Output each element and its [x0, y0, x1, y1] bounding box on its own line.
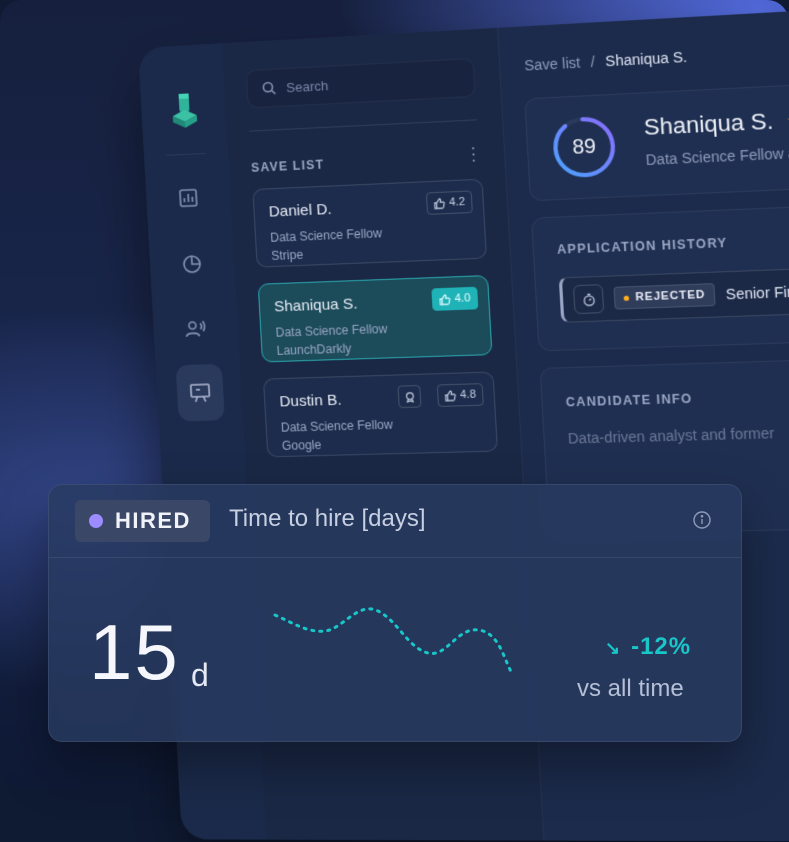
- award-icon: [397, 385, 421, 408]
- breadcrumb: Save list / Shaniqua S.: [524, 48, 688, 73]
- widget-header: HIRED Time to hire [days]: [49, 485, 741, 558]
- timer-icon: [573, 284, 604, 314]
- candidate-role: Data Science Fellow: [275, 319, 475, 340]
- search-icon: [262, 81, 277, 96]
- breadcrumb-separator: /: [590, 53, 595, 70]
- rating-value: 4.0: [454, 292, 471, 305]
- nav-analytics[interactable]: [165, 175, 211, 221]
- nav-reports[interactable]: [169, 241, 216, 287]
- metric-unit: d: [191, 657, 209, 694]
- candidate-info-text: Data-driven analyst and former: [567, 425, 774, 447]
- candidate-card-shaniqua[interactable]: Shaniqua S. Data Science Fellow LaunchDa…: [258, 275, 493, 362]
- hired-dot: [89, 514, 103, 528]
- application-history-title: APPLICATION HISTORY: [557, 236, 728, 257]
- status-badge: REJECTED: [613, 283, 715, 310]
- application-history-card: APPLICATION HISTORY REJECTED Senior Fina: [531, 200, 789, 351]
- panel-divider: [249, 119, 477, 131]
- history-role: Senior Fina: [725, 283, 789, 303]
- status-dot: [624, 295, 630, 300]
- metric-comparison: vs all time: [577, 675, 684, 703]
- profile-name-text: Shaniqua S.: [643, 108, 774, 140]
- trend-sparkline: [273, 603, 523, 699]
- candidate-role: Data Science Fellow: [281, 415, 482, 435]
- thumbs-up-icon: [439, 293, 451, 305]
- breadcrumb-current: Shaniqua S.: [605, 48, 688, 69]
- metric-value: 15: [89, 613, 180, 691]
- profile-name: Shaniqua S.★: [643, 106, 789, 141]
- rail-divider: [166, 153, 206, 156]
- arrow-down-right-icon: ↘: [605, 638, 621, 658]
- widget-title: Time to hire [days]: [229, 505, 426, 533]
- save-list-title: SAVE LIST: [251, 157, 325, 175]
- candidate-info-title: CANDIDATE INFO: [565, 391, 692, 409]
- metric-delta: ↘ -12%: [605, 633, 691, 661]
- info-icon[interactable]: [693, 511, 711, 529]
- presentation-icon: [189, 382, 212, 403]
- rating-value: 4.2: [449, 196, 466, 209]
- candidate-company: LaunchDarkly: [276, 337, 476, 358]
- candidate-company: Google: [282, 433, 483, 452]
- thumbs-up-icon: [433, 197, 445, 209]
- rating-badge: 4.0: [431, 287, 478, 311]
- pie-chart-icon: [181, 254, 202, 275]
- status-label: REJECTED: [635, 289, 706, 304]
- bar-chart-icon: [178, 187, 199, 208]
- profile-role: Data Science Fellow a: [645, 144, 789, 168]
- candidate-card-daniel[interactable]: Daniel D. Data Science Fellow Stripe 4.2: [252, 179, 487, 268]
- time-to-hire-widget: HIRED Time to hire [days] 15 d ↘ -12% vs …: [48, 484, 742, 742]
- candidate-card-dustin[interactable]: Dustin B. Data Science Fellow Google 4.8: [263, 371, 498, 457]
- hired-label: HIRED: [115, 508, 191, 534]
- score-value: 89: [549, 114, 618, 181]
- logo-icon: [168, 91, 200, 131]
- breadcrumb-parent[interactable]: Save list: [524, 54, 581, 73]
- score-ring: 89: [549, 114, 618, 181]
- nav-presentations[interactable]: [176, 364, 225, 422]
- rating-badge: 4.2: [426, 190, 473, 215]
- candidate-company: Stripe: [271, 241, 471, 263]
- search-placeholder: Search: [286, 77, 329, 94]
- rating-value: 4.8: [460, 388, 477, 401]
- people-icon: [184, 318, 207, 339]
- delta-value: -12%: [631, 633, 691, 660]
- more-options-icon[interactable]: ···: [470, 146, 477, 165]
- nav-candidates[interactable]: [172, 306, 219, 352]
- rating-badge: 4.8: [436, 383, 483, 407]
- search-input[interactable]: Search: [246, 58, 476, 109]
- history-entry[interactable]: REJECTED Senior Fina: [559, 263, 789, 323]
- profile-card: 89 Shaniqua S.★ Data Science Fellow a: [524, 77, 789, 201]
- hired-badge: HIRED: [75, 500, 210, 542]
- thumbs-up-icon: [444, 390, 456, 402]
